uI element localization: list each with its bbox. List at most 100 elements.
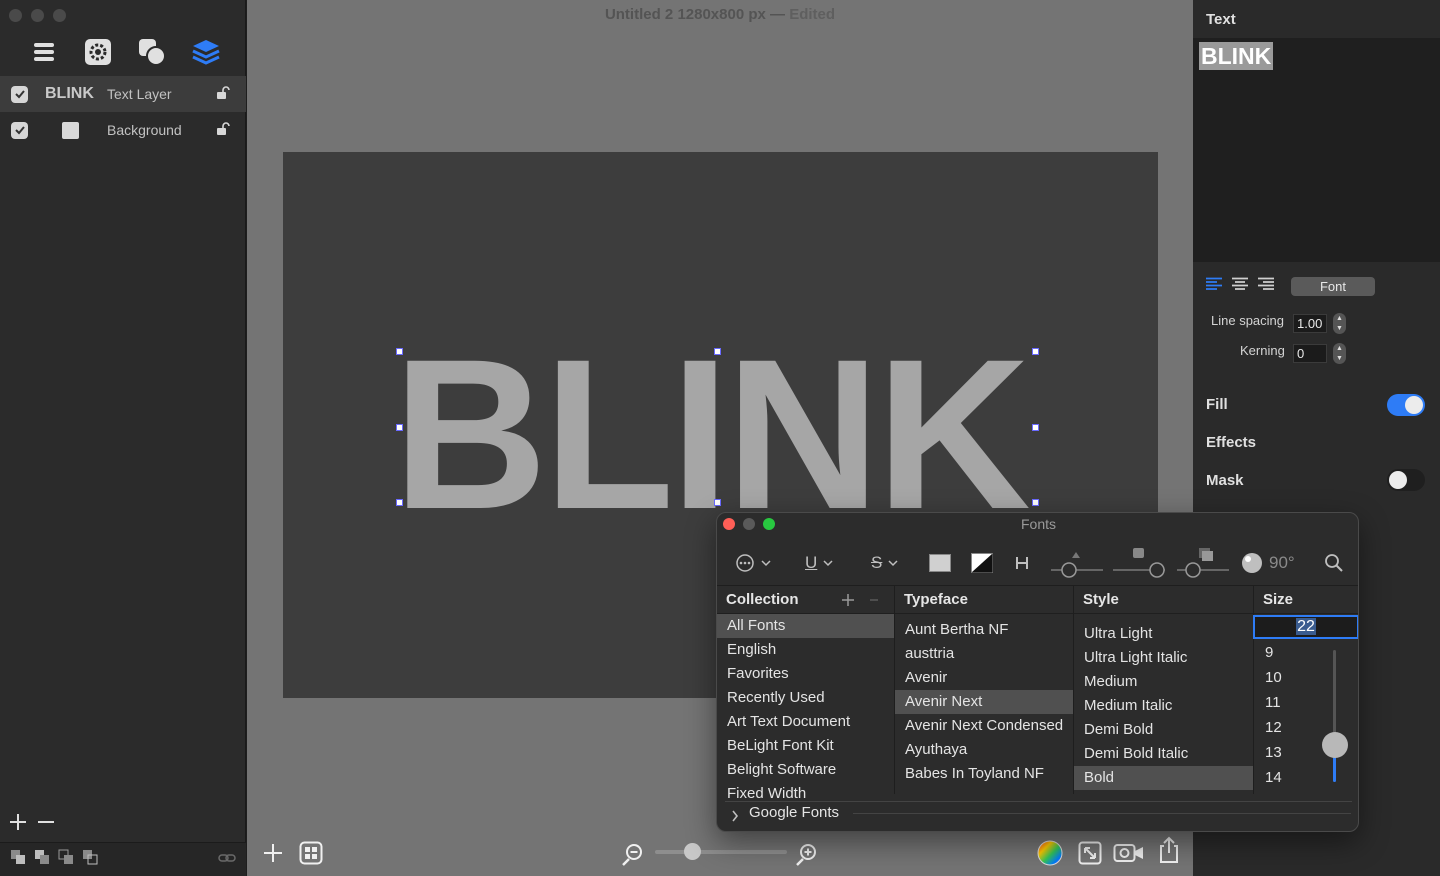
resize-handle-top-right[interactable]: [1032, 348, 1039, 355]
typeface-item[interactable]: Ayuthaya: [895, 738, 1073, 762]
zoom-window-button[interactable]: [53, 9, 66, 22]
mask-toggle[interactable]: [1387, 469, 1425, 491]
typeface-item[interactable]: Babes In Toyland NF: [895, 762, 1073, 786]
style-item[interactable]: Ultra Light Italic: [1074, 646, 1253, 670]
layer-row-background[interactable]: Background: [0, 112, 246, 148]
zoom-out-icon[interactable]: [621, 842, 645, 871]
style-item[interactable]: Demi Bold: [1074, 718, 1253, 742]
shadow-angle-value[interactable]: 90°: [1269, 553, 1295, 573]
resize-handle-top-center[interactable]: [714, 348, 721, 355]
send-backward-icon[interactable]: [58, 849, 74, 870]
minimize-window-button[interactable]: [31, 9, 44, 22]
send-to-back-icon[interactable]: [82, 849, 98, 870]
collection-item[interactable]: BeLight Font Kit: [717, 734, 894, 758]
layer-visibility-checkbox[interactable]: [11, 85, 28, 103]
settings-gear-icon[interactable]: [82, 36, 114, 68]
kerning-field[interactable]: 0: [1293, 344, 1327, 363]
add-layer-icon[interactable]: [8, 812, 28, 837]
unlock-icon[interactable]: [216, 122, 230, 141]
resize-handle-middle-right[interactable]: [1032, 424, 1039, 431]
video-camera-icon[interactable]: [1113, 842, 1145, 869]
collection-item[interactable]: English: [717, 638, 894, 662]
effects-label[interactable]: Effects: [1206, 434, 1256, 451]
typeface-item[interactable]: Avenir Next: [895, 690, 1073, 714]
document-color-swatch[interactable]: [971, 543, 993, 583]
resize-handle-top-left[interactable]: [396, 348, 403, 355]
color-wheel-icon[interactable]: [1037, 840, 1063, 871]
add-object-icon[interactable]: [262, 842, 284, 869]
layers-stack-icon[interactable]: [190, 36, 222, 68]
style-item[interactable]: Bold: [1074, 766, 1253, 790]
underline-menu-button[interactable]: U: [805, 543, 833, 583]
typeface-item[interactable]: Aunt Bertha NF: [895, 618, 1073, 642]
menu-list-icon[interactable]: [28, 36, 60, 68]
search-icon[interactable]: [1324, 543, 1344, 583]
add-collection-icon[interactable]: [841, 586, 855, 614]
bring-to-front-icon[interactable]: [10, 849, 26, 870]
resize-handle-bottom-left[interactable]: [396, 499, 403, 506]
layer-row-blink[interactable]: BLINK Text Layer: [0, 76, 246, 112]
link-icon[interactable]: [218, 851, 236, 869]
collection-item[interactable]: All Fonts: [717, 614, 894, 638]
selected-text[interactable]: BLINK: [1199, 42, 1274, 70]
size-input[interactable]: 22: [1253, 615, 1358, 639]
size-item[interactable]: 10: [1254, 665, 1358, 690]
layer-visibility-checkbox[interactable]: [11, 121, 28, 139]
resize-handle-middle-left[interactable]: [396, 424, 403, 431]
chevron-up-icon[interactable]: ▲: [1336, 345, 1343, 352]
zoom-in-icon[interactable]: [795, 842, 819, 871]
align-left-icon[interactable]: [1205, 277, 1223, 296]
kerning-stepper[interactable]: ▲ ▼: [1333, 343, 1346, 364]
size-item[interactable]: 14: [1254, 765, 1358, 790]
fill-toggle[interactable]: [1387, 394, 1425, 416]
typeface-item[interactable]: austtria: [895, 642, 1073, 666]
collection-item[interactable]: Recently Used: [717, 686, 894, 710]
text-edit-area[interactable]: BLINK: [1193, 38, 1440, 262]
style-item[interactable]: Medium Italic: [1074, 694, 1253, 718]
align-center-icon[interactable]: [1231, 277, 1249, 296]
line-spacing-field[interactable]: 1.00: [1293, 314, 1327, 333]
collection-item[interactable]: Art Text Document: [717, 710, 894, 734]
resize-handle-bottom-center[interactable]: [714, 499, 721, 506]
unlock-icon[interactable]: [216, 86, 230, 105]
align-right-icon[interactable]: [1257, 277, 1275, 296]
shadow-opacity-slider[interactable]: [1049, 543, 1105, 583]
line-spacing-stepper[interactable]: ▲ ▼: [1333, 313, 1346, 334]
google-fonts-section[interactable]: Google Fonts: [749, 804, 839, 821]
size-slider-knob[interactable]: [1322, 732, 1348, 758]
style-item[interactable]: Demi Bold Italic: [1074, 742, 1253, 766]
zoom-slider-track[interactable]: [655, 850, 787, 854]
remove-layer-icon[interactable]: [36, 812, 56, 837]
zoom-slider-knob[interactable]: [684, 843, 701, 860]
collection-item[interactable]: Belight Software: [717, 758, 894, 782]
typeface-item[interactable]: Avenir: [895, 666, 1073, 690]
chevron-down-icon[interactable]: ▼: [1336, 325, 1343, 332]
collection-item[interactable]: Favorites: [717, 662, 894, 686]
size-item[interactable]: 9: [1254, 640, 1358, 665]
shadow-offset-slider[interactable]: [1175, 543, 1231, 583]
shadow-toggle-icon[interactable]: [1015, 543, 1029, 583]
templates-grid-icon[interactable]: [299, 841, 323, 870]
size-item[interactable]: 11: [1254, 690, 1358, 715]
canvas-text-object[interactable]: BLINK: [393, 328, 1031, 542]
resize-canvas-icon[interactable]: [1078, 841, 1102, 870]
strikethrough-menu-button[interactable]: S: [871, 543, 898, 583]
typeface-item[interactable]: Avenir Next Condensed: [895, 714, 1073, 738]
action-menu-button[interactable]: [735, 543, 771, 583]
shapes-icon[interactable]: [136, 36, 168, 68]
bring-forward-icon[interactable]: [34, 849, 50, 870]
resize-handle-bottom-right[interactable]: [1032, 499, 1039, 506]
shadow-blur-slider[interactable]: [1111, 543, 1167, 583]
chevron-down-icon[interactable]: ▼: [1336, 355, 1343, 362]
share-icon[interactable]: [1158, 836, 1180, 869]
style-item[interactable]: Medium: [1074, 670, 1253, 694]
font-button[interactable]: Font: [1291, 277, 1375, 296]
close-window-button[interactable]: [9, 9, 22, 22]
text-color-swatch[interactable]: [929, 543, 951, 583]
disclosure-chevron-icon[interactable]: [731, 809, 739, 827]
shadow-angle-control[interactable]: 90°: [1241, 543, 1295, 583]
style-item[interactable]: Ultra Light: [1074, 622, 1253, 646]
size-input-value[interactable]: 22: [1296, 618, 1316, 635]
chevron-up-icon[interactable]: ▲: [1336, 315, 1343, 322]
remove-collection-icon[interactable]: [869, 586, 879, 614]
